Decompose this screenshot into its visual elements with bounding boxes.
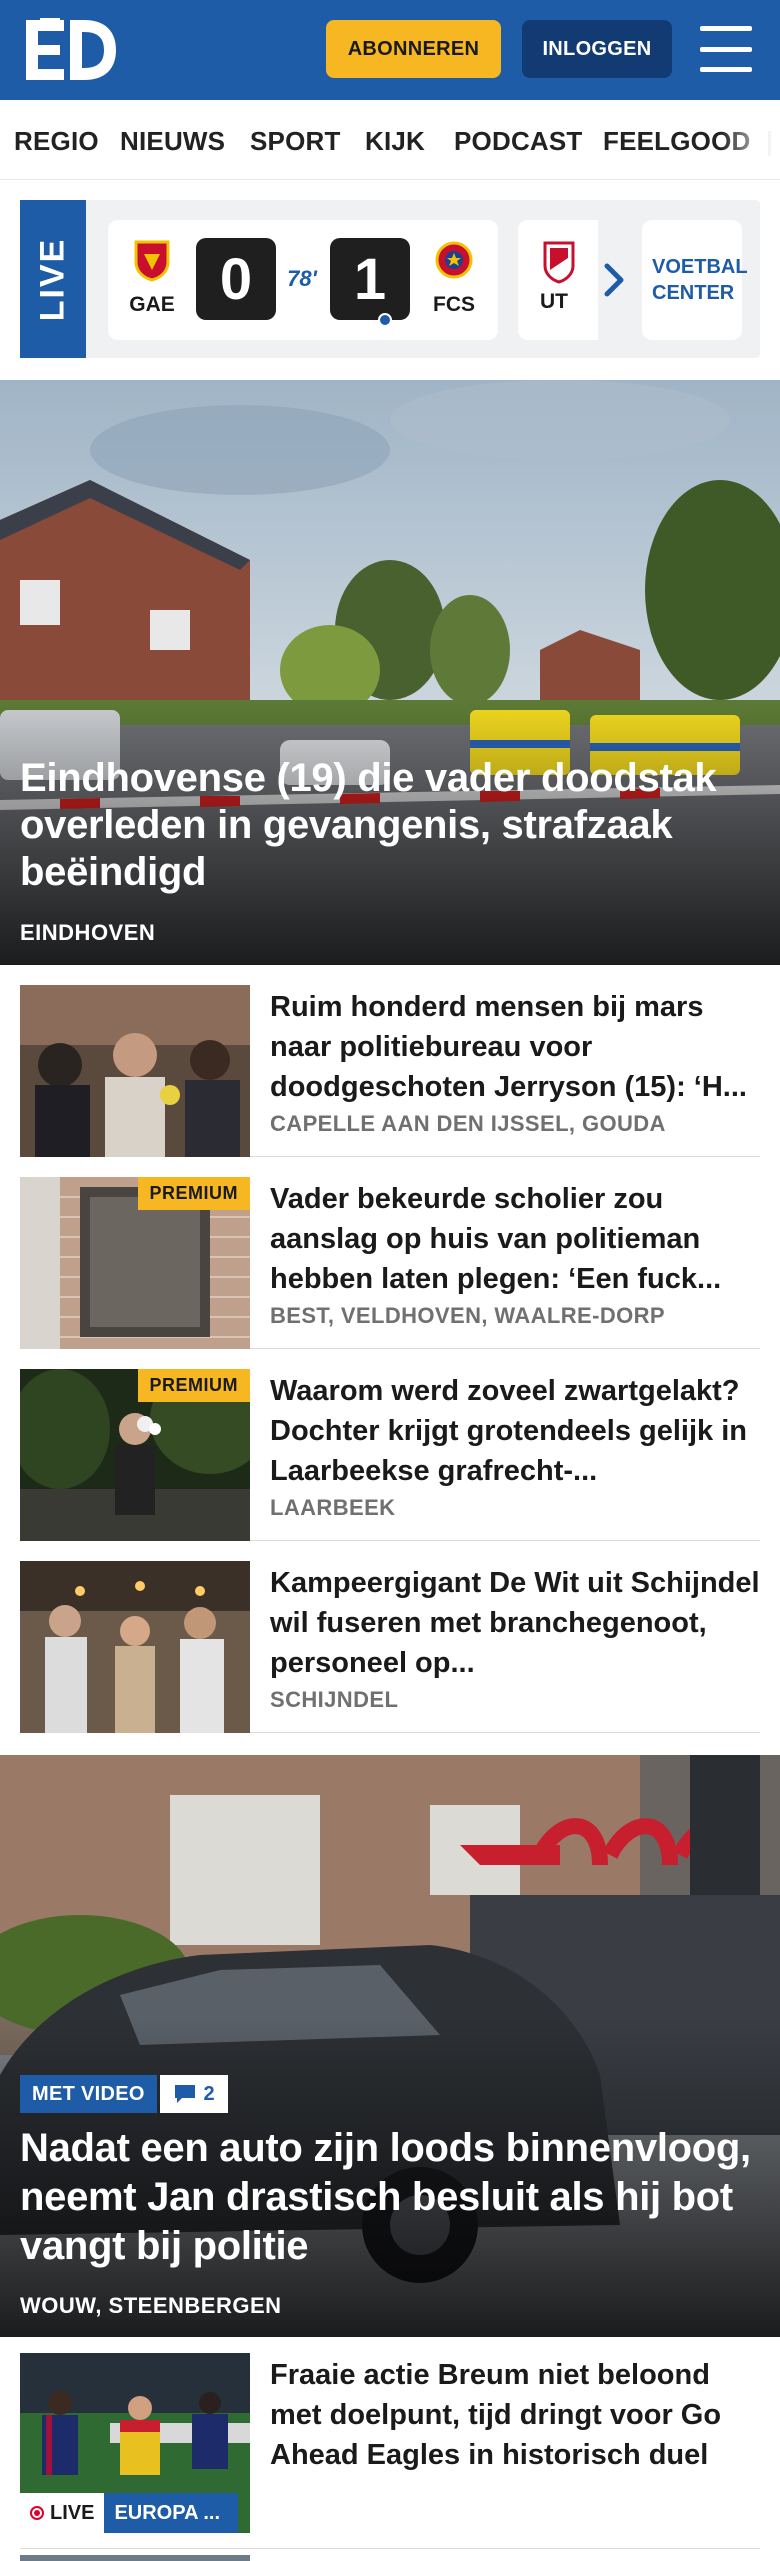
ed-logo[interactable]: ED — [26, 18, 116, 82]
fcsb-crest-icon — [435, 241, 473, 279]
premium-badge: PREMIUM — [137, 1177, 250, 1210]
article-thumbnail: PREMIUM — [20, 1177, 250, 1349]
video-badge: MET VIDEO — [20, 2075, 157, 2113]
article-thumbnail — [20, 1561, 250, 1733]
article-title: Ruim honderd mensen bij mars naar politi… — [270, 991, 747, 1103]
article-location: CAPELLE AAN DEN IJSSEL, GOUDA — [270, 1111, 666, 1136]
article-item[interactable]: PREMIUM Waarom werd zoveel zwartge­lakt?… — [20, 1369, 760, 1541]
football-center-label: VOETBAL CENTER — [652, 256, 748, 304]
article-thumbnail: LIVE EUROPA ... — [20, 2353, 250, 2533]
list-divider — [20, 2548, 760, 2561]
section-nav: REGIO NIEUWS SPORT KIJK PODCAST FEELGOOD… — [0, 100, 780, 180]
article-title: Vader bekeurde scholier zou aanslag op h… — [270, 1183, 722, 1295]
nav-item-podcast[interactable]: PODCAST — [454, 126, 583, 157]
away-team-abbr: FCS — [433, 293, 475, 316]
match-card[interactable]: GAE 0 78' 1 FCS — [108, 220, 498, 340]
category-label: EUROPA ... — [104, 2493, 239, 2533]
premium-badge: PREMIUM — [137, 1369, 250, 1402]
nav-item-regio[interactable]: REGIO — [14, 126, 99, 157]
live-badge-label: LIVE — [50, 2501, 95, 2524]
home-score: 0 — [196, 238, 276, 320]
match-minute: 78' — [287, 266, 317, 291]
comment-icon — [175, 2085, 196, 2103]
nav-item-nieuws[interactable]: NIEUWS — [120, 126, 225, 157]
next-match-card[interactable]: UT — [518, 220, 598, 340]
top-story-title[interactable]: Eindhovense (19) die vader doodstak over… — [20, 755, 760, 896]
article-title: Fraaie actie Breum niet beloond met doel… — [270, 2359, 722, 2471]
away-score: 1 — [330, 238, 410, 320]
article-item[interactable]: Kampeergigant De Wit uit Schijndel wil f… — [20, 1561, 760, 1733]
article-location: BEST, VELDHOVEN, WAALRE-DORP — [270, 1303, 666, 1328]
live-label: LIVE — [33, 237, 72, 321]
site-header: ED ABONNEREN INLOGGEN — [0, 0, 780, 100]
comment-count-badge[interactable]: 2 — [160, 2075, 228, 2113]
live-dot-icon — [30, 2506, 44, 2520]
goal-indicator-icon — [378, 313, 392, 327]
comment-count: 2 — [203, 2082, 215, 2105]
article-title: Kampeergigant De Wit uit Schijndel wil f… — [270, 1567, 760, 1679]
article-title: Waarom werd zoveel zwartge­lakt? Dochter… — [270, 1375, 747, 1487]
login-button[interactable]: INLOGGEN — [522, 20, 672, 78]
next-match-team-abbr: UT — [540, 290, 568, 313]
article-item[interactable]: PREMIUM Vader bekeurde scholier zou aans… — [20, 1177, 760, 1349]
article-location: SCHIJNDEL — [270, 1687, 399, 1712]
football-center-link[interactable]: VOETBAL CENTER — [642, 220, 748, 340]
nav-fade — [720, 100, 780, 179]
chevron-right-icon[interactable] — [590, 250, 640, 310]
hamburger-menu-icon[interactable] — [700, 26, 752, 72]
article-item[interactable]: Ruim honderd mensen bij mars naar politi… — [20, 985, 760, 1157]
go-ahead-eagles-crest-icon — [134, 240, 170, 282]
live-scores-panel: LIVE GAE 0 78' 1 FCS UT VOETBAL CENTER — [20, 200, 760, 358]
home-team-abbr: GAE — [129, 293, 175, 316]
nav-item-kijk[interactable]: KIJK — [365, 126, 425, 157]
subscribe-button[interactable]: ABONNEREN — [326, 20, 501, 78]
fc-utrecht-crest-icon — [543, 241, 575, 284]
second-story-location: WOUW, STEENBERGEN — [20, 2293, 282, 2318]
live-article-item[interactable]: LIVE EUROPA ... Fraaie actie Breum niet … — [20, 2353, 760, 2533]
article-thumbnail — [20, 985, 250, 1157]
nav-item-sport[interactable]: SPORT — [250, 126, 341, 157]
next-article-thumbnail — [20, 2555, 250, 2561]
top-story-location: EINDHOVEN — [20, 920, 156, 945]
article-location: LAARBEEK — [270, 1495, 396, 1520]
away-team: FCS — [424, 238, 484, 317]
live-category-badge: LIVE EUROPA ... — [20, 2493, 239, 2533]
home-team: GAE — [122, 238, 182, 317]
live-tag: LIVE — [20, 200, 86, 358]
article-thumbnail: PREMIUM — [20, 1369, 250, 1541]
second-story-title[interactable]: Nadat een auto zijn loods binnen­vloog, … — [20, 2124, 765, 2271]
